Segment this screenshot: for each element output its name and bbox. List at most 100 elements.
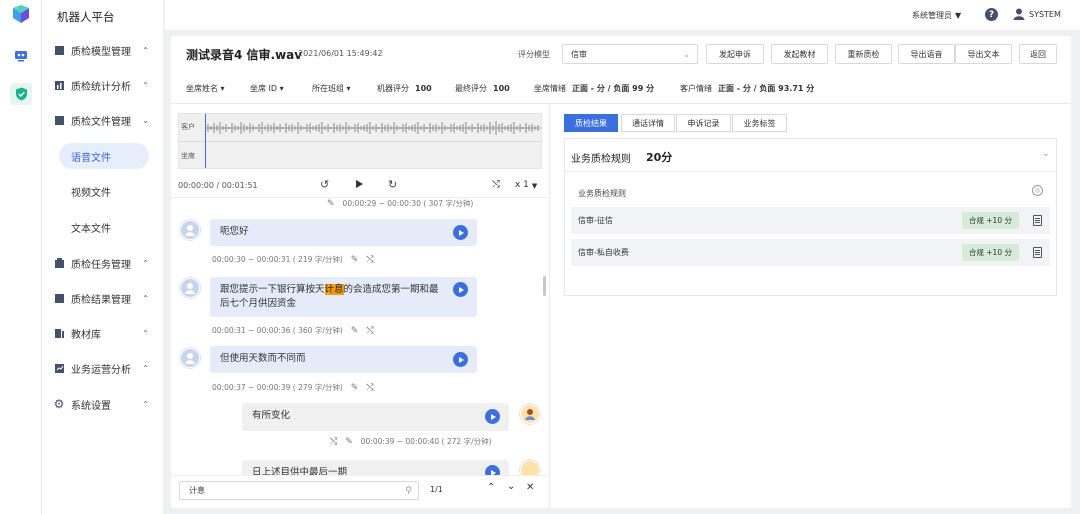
chevron-up-icon: ⌃ bbox=[142, 45, 149, 55]
back-button[interactable]: 返回 bbox=[1019, 44, 1057, 64]
waveform[interactable]: 客户 坐席 bbox=[178, 113, 542, 169]
help-icon[interactable]: ? bbox=[985, 8, 998, 21]
chat-bubble: 跟您提示一下银行算按天计息的会造成您第一期和最后七个月供因资金 bbox=[210, 277, 477, 317]
agent-id-filter[interactable]: 坐席 ID ▾ bbox=[250, 83, 284, 94]
file-datetime: 2021/06/01 15:49:42 bbox=[298, 49, 383, 58]
nav-item-materials[interactable]: 教材库 ⌃ bbox=[42, 319, 163, 347]
agent-name-filter[interactable]: 坐席姓名 ▾ bbox=[186, 83, 225, 94]
settings-icon[interactable]: ◎ bbox=[1032, 185, 1043, 196]
customer-avatar bbox=[180, 220, 200, 240]
close-icon[interactable]: ✕ bbox=[526, 482, 534, 493]
analysis-icon bbox=[53, 362, 65, 374]
document-icon[interactable] bbox=[1033, 215, 1042, 226]
customer-emotion: 客户情绪 正面 - 分 / 负面 93.71 分 bbox=[680, 84, 815, 93]
edit-icon[interactable]: ✎ bbox=[327, 199, 335, 209]
play-icon[interactable] bbox=[453, 225, 468, 240]
subnav-video-files[interactable]: 视频文件 bbox=[59, 178, 149, 204]
tab-business-tags[interactable]: 业务标签 bbox=[732, 114, 787, 132]
section-score: 20分 bbox=[646, 151, 673, 164]
play-icon[interactable] bbox=[356, 180, 363, 188]
group-filter[interactable]: 所在班组 ▾ bbox=[312, 83, 351, 94]
nav-item-stats[interactable]: 质检统计分析 ⌃ bbox=[42, 71, 163, 99]
play-icon[interactable] bbox=[453, 352, 468, 367]
nav-item-business[interactable]: 业务运营分析 ⌃ bbox=[42, 354, 163, 382]
search-count: 1/1 bbox=[430, 485, 443, 494]
create-material-button[interactable]: 发起教材 bbox=[771, 44, 828, 64]
chevron-up-icon: ⌃ bbox=[142, 399, 149, 409]
search-input[interactable]: 计息 ⚲ bbox=[179, 481, 419, 500]
model-label: 评分模型 bbox=[518, 50, 550, 59]
app-title: 机器人平台 bbox=[57, 10, 115, 24]
scrollbar[interactable] bbox=[543, 276, 546, 296]
chevron-down-icon: ⌄ bbox=[142, 115, 149, 125]
caret-down-icon: ▼ bbox=[955, 11, 962, 20]
shuffle-icon[interactable]: ⤭ bbox=[366, 383, 373, 393]
play-icon[interactable] bbox=[485, 465, 500, 475]
message-meta: ⤭ ✎ 00:00:39 ~ 00:00:40 ( 272 字/分钟) bbox=[330, 436, 492, 447]
agent-emotion: 坐席情绪 正面 - 分 / 负面 99 分 bbox=[534, 84, 655, 93]
search-icon[interactable]: ⚲ bbox=[405, 486, 412, 496]
subnav-audio-files[interactable]: 语音文件 bbox=[59, 143, 149, 169]
tab-appeal-records[interactable]: 申诉记录 bbox=[676, 114, 731, 132]
chevron-up-icon: ⌃ bbox=[142, 293, 149, 303]
customer-avatar bbox=[180, 278, 200, 298]
app-logo-icon bbox=[13, 5, 29, 23]
playback-time: 00:00:00 / 00:01:51 bbox=[178, 181, 258, 190]
nav-item-tasks[interactable]: 质检任务管理 ⌃ bbox=[42, 249, 163, 277]
model-select[interactable]: 信审 ⌄ bbox=[562, 44, 698, 64]
customer-waveform bbox=[206, 121, 541, 135]
chevron-up-icon: ⌃ bbox=[142, 80, 149, 90]
rewind-icon[interactable]: ↺ bbox=[320, 178, 329, 191]
edit-icon[interactable]: ✎ bbox=[351, 383, 359, 393]
message-meta: 00:00:31 ~ 00:00:36 ( 360 字/分钟) ✎ ⤭ bbox=[212, 325, 374, 336]
role-dropdown[interactable]: 系统管理员 ▼ bbox=[912, 10, 961, 21]
transcript: ✎ 00:00:29 ~ 00:00:30 ( 307 字/分钟) 呃您好 00:… bbox=[171, 198, 549, 475]
chat-bubble: 呃您好 bbox=[210, 219, 477, 246]
shuffle-icon[interactable]: ⤭ bbox=[492, 179, 500, 190]
book-icon bbox=[53, 44, 65, 56]
shuffle-icon[interactable]: ⤭ bbox=[366, 326, 373, 336]
tab-qc-result[interactable]: 质检结果 bbox=[564, 114, 618, 132]
tab-call-details[interactable]: 通话详情 bbox=[621, 114, 675, 132]
nav-item-settings[interactable]: ⚙ 系统设置 ⌃ bbox=[42, 390, 163, 418]
export-audio-button[interactable]: 导出语音 bbox=[898, 44, 955, 64]
chevron-down-icon[interactable]: ⌄ bbox=[507, 481, 515, 492]
nav-item-results[interactable]: 质检结果管理 ⌃ bbox=[42, 284, 163, 312]
shuffle-icon[interactable]: ⤭ bbox=[330, 437, 337, 447]
divider bbox=[171, 475, 549, 476]
speed-select[interactable]: x 1 ▼ bbox=[515, 180, 537, 190]
chart-icon bbox=[53, 79, 65, 91]
subnav-text-files[interactable]: 文本文件 bbox=[59, 214, 149, 240]
sidebar: 机器人平台 质检模型管理 ⌃ 质检统计分析 ⌃ 质检文件管理 ⌄ 语音文件 视频文件 … bbox=[42, 0, 163, 514]
robot-icon[interactable] bbox=[10, 45, 32, 67]
edit-icon[interactable]: ✎ bbox=[351, 326, 359, 336]
rule-row: 信审-征信 合规 +10 分 bbox=[571, 207, 1050, 234]
tasks-icon bbox=[53, 257, 65, 269]
nav-item-model[interactable]: 质检模型管理 ⌃ bbox=[42, 36, 163, 64]
forward-icon[interactable]: ↻ bbox=[388, 178, 397, 191]
message-meta: ✎ 00:00:29 ~ 00:00:30 ( 307 字/分钟) bbox=[327, 198, 474, 209]
shuffle-icon[interactable]: ⤭ bbox=[366, 255, 373, 265]
play-icon[interactable] bbox=[453, 282, 468, 297]
play-icon[interactable] bbox=[485, 409, 500, 424]
search-highlight: 计息 bbox=[324, 284, 344, 295]
caret-down-icon: ▼ bbox=[531, 182, 538, 190]
export-text-button[interactable]: 导出文本 bbox=[955, 44, 1012, 64]
chevron-down-icon[interactable]: ⌄ bbox=[1042, 149, 1050, 159]
message-meta: 00:00:37 ~ 00:00:39 ( 279 字/分钟) ✎ ⤭ bbox=[212, 382, 374, 393]
divider bbox=[171, 103, 1071, 104]
chevron-up-icon[interactable]: ⌃ bbox=[487, 482, 495, 493]
nav-item-files[interactable]: 质检文件管理 ⌄ bbox=[42, 106, 163, 134]
recheck-button[interactable]: 重新质检 bbox=[835, 44, 892, 64]
appeal-button[interactable]: 发起申诉 bbox=[706, 44, 764, 64]
status-badge: 合规 +10 分 bbox=[961, 212, 1019, 229]
document-icon[interactable] bbox=[1033, 247, 1042, 258]
chat-bubble-agent: 有所变化 bbox=[242, 403, 509, 431]
user-icon bbox=[1013, 8, 1025, 20]
agent-avatar bbox=[520, 460, 540, 475]
section-title: 业务质检规则 bbox=[571, 154, 631, 165]
edit-icon[interactable]: ✎ bbox=[351, 255, 359, 265]
shield-check-icon[interactable] bbox=[10, 83, 32, 105]
user-menu[interactable]: SYSTEM bbox=[1013, 8, 1061, 20]
edit-icon[interactable]: ✎ bbox=[345, 437, 353, 447]
